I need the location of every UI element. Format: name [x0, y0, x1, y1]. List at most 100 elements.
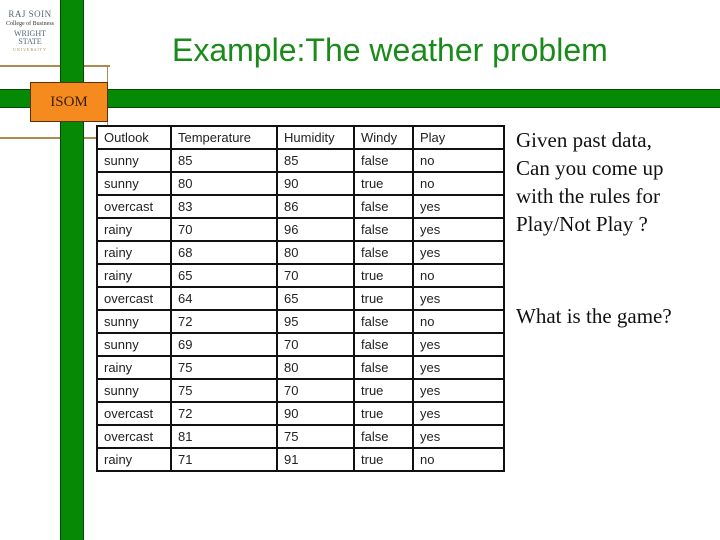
table-row: sunny 75 70 true yes	[96, 378, 505, 403]
side-text: Given past data, Can you come up with th…	[516, 126, 716, 328]
column-header: Outlook	[96, 125, 172, 150]
question-line: with the rules for	[516, 184, 661, 208]
table-row: sunny 72 95 false no	[96, 309, 505, 334]
table-cell: 70	[276, 332, 355, 357]
table-cell: 71	[170, 447, 278, 472]
table-cell: 96	[276, 217, 355, 242]
table-cell: no	[412, 263, 505, 288]
table-cell: 85	[276, 148, 355, 173]
column-header: Play	[412, 125, 505, 150]
table-row: rainy 65 70 true no	[96, 263, 505, 288]
table-cell: 75	[276, 424, 355, 449]
table-row: overcast 83 86 false yes	[96, 194, 505, 219]
table-cell: 72	[170, 309, 278, 334]
table-row: overcast 81 75 false yes	[96, 424, 505, 449]
table-cell: rainy	[96, 447, 172, 472]
table-cell: 90	[276, 401, 355, 426]
table-cell: true	[353, 171, 414, 196]
column-header: Humidity	[276, 125, 355, 150]
weather-data-table: Outlook Temperature Humidity Windy Play sunny…	[96, 125, 505, 472]
table-cell: yes	[412, 217, 505, 242]
question-line: Play/Not Play ?	[516, 212, 648, 236]
table-cell: false	[353, 355, 414, 380]
table-cell: no	[412, 309, 505, 334]
table-cell: false	[353, 217, 414, 242]
isom-badge-label: ISOM	[50, 93, 88, 110]
table-cell: 75	[170, 378, 278, 403]
table-cell: yes	[412, 355, 505, 380]
logo-line-2: College of Business	[6, 21, 54, 27]
question-line: Can you come up	[516, 156, 664, 180]
table-row: sunny 85 85 false no	[96, 148, 505, 173]
table-cell: overcast	[96, 286, 172, 311]
logo-line-3: WRIGHT STATE	[14, 29, 46, 46]
table-cell: true	[353, 401, 414, 426]
table-cell: 70	[276, 378, 355, 403]
table-row: rainy 75 80 false yes	[96, 355, 505, 380]
table-cell: 80	[276, 240, 355, 265]
table-cell: yes	[412, 194, 505, 219]
table-cell: 85	[170, 148, 278, 173]
table-cell: overcast	[96, 424, 172, 449]
table-cell: true	[353, 286, 414, 311]
table-row: rainy 71 91 true no	[96, 447, 505, 472]
table-cell: 70	[170, 217, 278, 242]
table-cell: sunny	[96, 332, 172, 357]
table-cell: false	[353, 332, 414, 357]
table-cell: 95	[276, 309, 355, 334]
table-cell: false	[353, 194, 414, 219]
table-cell: yes	[412, 378, 505, 403]
table-cell: yes	[412, 286, 505, 311]
table-cell: sunny	[96, 171, 172, 196]
table-cell: no	[412, 148, 505, 173]
table-row: rainy 70 96 false yes	[96, 217, 505, 242]
question-rules: Given past data, Can you come up with th…	[516, 126, 716, 238]
table-cell: sunny	[96, 378, 172, 403]
table-cell: 80	[170, 171, 278, 196]
table-cell: yes	[412, 401, 505, 426]
isom-badge: ISOM	[30, 82, 108, 122]
table-cell: true	[353, 263, 414, 288]
question-line: Given past data,	[516, 128, 652, 152]
column-header: Temperature	[170, 125, 278, 150]
table-header-row: Outlook Temperature Humidity Windy Play	[96, 125, 505, 150]
table-cell: yes	[412, 424, 505, 449]
green-horizontal-bar	[0, 89, 720, 108]
table-cell: 72	[170, 401, 278, 426]
logo-line-1: RAJ SOIN	[8, 9, 52, 19]
table-cell: true	[353, 378, 414, 403]
table-cell: rainy	[96, 263, 172, 288]
table-cell: 69	[170, 332, 278, 357]
table-cell: 81	[170, 424, 278, 449]
table-cell: sunny	[96, 309, 172, 334]
table-cell: 65	[170, 263, 278, 288]
table-row: rainy 68 80 false yes	[96, 240, 505, 265]
table-cell: 70	[276, 263, 355, 288]
table-cell: false	[353, 309, 414, 334]
table-cell: false	[353, 240, 414, 265]
table-cell: 75	[170, 355, 278, 380]
table-cell: 65	[276, 286, 355, 311]
table-row: sunny 69 70 false yes	[96, 332, 505, 357]
logo-line-4: UNIVERSITY	[13, 47, 47, 52]
slide-title: Example:The weather problem	[172, 32, 608, 68]
table-cell: rainy	[96, 217, 172, 242]
table-cell: 80	[276, 355, 355, 380]
table-cell: overcast	[96, 401, 172, 426]
university-logo: RAJ SOIN College of Business WRIGHT STAT…	[2, 10, 58, 52]
column-header: Windy	[353, 125, 414, 150]
table-cell: false	[353, 148, 414, 173]
table-cell: rainy	[96, 240, 172, 265]
table-cell: 83	[170, 194, 278, 219]
decorative-line-top	[0, 65, 110, 67]
table-cell: yes	[412, 240, 505, 265]
table-cell: sunny	[96, 148, 172, 173]
table-cell: yes	[412, 332, 505, 357]
table-cell: 64	[170, 286, 278, 311]
table-cell: true	[353, 447, 414, 472]
table-row: overcast 64 65 true yes	[96, 286, 505, 311]
table-cell: no	[412, 171, 505, 196]
green-vertical-bar	[60, 0, 84, 540]
table-cell: rainy	[96, 355, 172, 380]
table-cell: 68	[170, 240, 278, 265]
